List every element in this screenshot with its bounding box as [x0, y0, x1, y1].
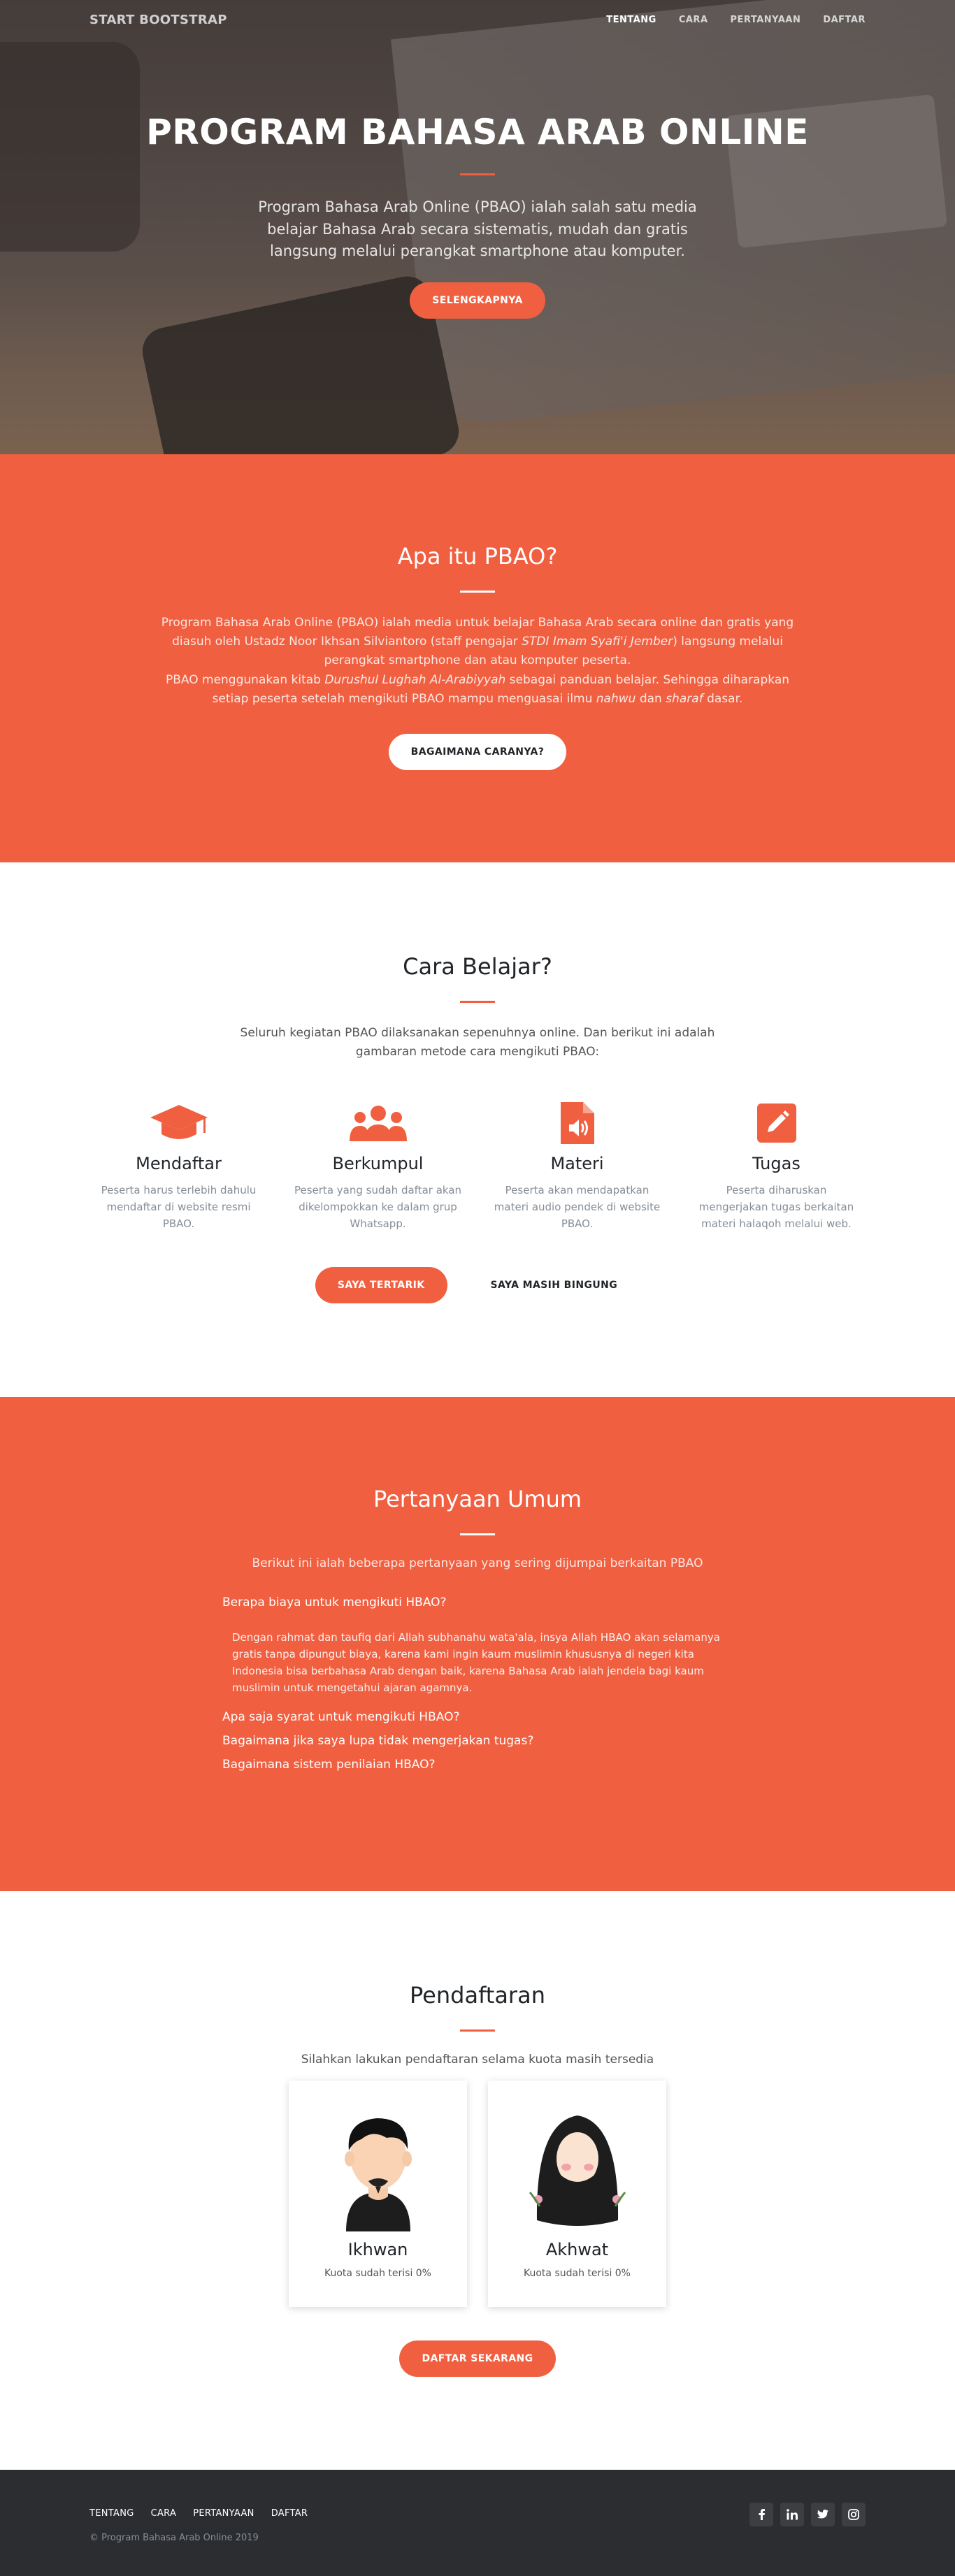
- cara-divider: [460, 1001, 495, 1003]
- saya-tertarik-button[interactable]: SAYA TERTARIK: [315, 1267, 447, 1304]
- saya-masih-bingung-button[interactable]: SAYA MASIH BINGUNG: [468, 1267, 640, 1303]
- nav-link-cara[interactable]: CARA: [679, 15, 708, 25]
- faq-intro: Berikut ini ialah beberapa pertanyaan ya…: [252, 1556, 703, 1570]
- footer: TENTANG CARA PERTANYAAN DAFTAR © Program…: [0, 2470, 955, 2576]
- twitter-icon[interactable]: [811, 2503, 835, 2526]
- social-links: [749, 2503, 866, 2526]
- nav-link-tentang[interactable]: TENTANG: [606, 15, 656, 25]
- selengkapnya-button[interactable]: SELENGKAPNYA: [410, 282, 545, 319]
- quota-text: Kuota sudah terisi 0%: [524, 2268, 631, 2279]
- footer-link-daftar[interactable]: DAFTAR: [271, 2508, 308, 2519]
- graduation-cap-icon: [89, 1101, 268, 1145]
- facebook-icon[interactable]: [749, 2503, 773, 2526]
- daftar-sekarang-button[interactable]: DAFTAR SEKARANG: [399, 2340, 556, 2377]
- faq-answer: Dengan rahmat dan taufiq dari Allah subh…: [232, 1631, 720, 1694]
- linkedin-icon[interactable]: [780, 2503, 804, 2526]
- users-icon: [289, 1101, 467, 1145]
- hero-subtitle: Program Bahasa Arab Online (PBAO) ialah …: [258, 198, 697, 259]
- hero-divider: [460, 173, 495, 175]
- nav-links: TENTANG CARA PERTANYAAN DAFTAR: [606, 15, 866, 25]
- cara-section: Cara Belajar? Seluruh kegiatan PBAO dila…: [0, 862, 955, 1397]
- faq-divider: [460, 1533, 495, 1535]
- hero-title: PROGRAM BAHASA ARAB ONLINE: [146, 112, 809, 152]
- faq-question[interactable]: Bagaimana sistem penilaian HBAO?: [222, 1758, 733, 1772]
- quota-text: Kuota sudah terisi 0%: [324, 2268, 431, 2279]
- daftar-title: Pendaftaran: [410, 1982, 545, 2009]
- hero-section: PROGRAM BAHASA ARAB ONLINE Program Bahas…: [0, 0, 955, 454]
- about-section: Apa itu PBAO? Program Bahasa Arab Online…: [0, 454, 955, 862]
- about-title: Apa itu PBAO?: [397, 543, 558, 570]
- footer-link-tentang[interactable]: TENTANG: [89, 2508, 134, 2519]
- faq-question[interactable]: Bagaimana jika saya lupa tidak mengerjak…: [222, 1734, 733, 1748]
- cara-title: Cara Belajar?: [403, 953, 552, 980]
- registration-cards: Ikhwan Kuota sudah terisi 0% Akhwat Kuot…: [0, 2081, 955, 2307]
- faq-question[interactable]: Berapa biaya untuk mengikuti HBAO?: [222, 1595, 733, 1609]
- faq-section: Pertanyaan Umum Berikut ini ialah bebera…: [0, 1397, 955, 1891]
- daftar-intro: Silahkan lakukan pendaftaran selama kuot…: [301, 2053, 654, 2067]
- feature-materi: Materi Peserta akan mendapatkan materi a…: [488, 1101, 666, 1232]
- brand-link[interactable]: START BOOTSTRAP: [89, 13, 227, 27]
- audio-file-icon: [488, 1101, 666, 1145]
- cara-actions: SAYA TERTARIK SAYA MASIH BINGUNG: [0, 1267, 955, 1304]
- cara-intro: Seluruh kegiatan PBAO dilaksanakan sepen…: [240, 1026, 715, 1059]
- about-divider: [460, 591, 495, 593]
- nav-link-pertanyaan[interactable]: PERTANYAAN: [731, 15, 801, 25]
- copyright: © Program Bahasa Arab Online 2019: [89, 2533, 259, 2543]
- about-text: Program Bahasa Arab Online (PBAO) ialah …: [161, 616, 794, 706]
- feature-tugas: Tugas Peserta diharuskan mengerjakan tug…: [687, 1101, 866, 1232]
- footer-link-cara[interactable]: CARA: [151, 2508, 177, 2519]
- main-nav: START BOOTSTRAP TENTANG CARA PERTANYAAN …: [0, 0, 955, 39]
- daftar-divider: [460, 2029, 495, 2032]
- feature-list: Mendaftar Peserta harus terlebih dahulu …: [89, 1101, 866, 1232]
- feature-berkumpul: Berkumpul Peserta yang sudah daftar akan…: [289, 1101, 467, 1232]
- faq-list: Berapa biaya untuk mengikuti HBAO? Denga…: [222, 1595, 733, 1772]
- daftar-section: Pendaftaran Silahkan lakukan pendaftaran…: [0, 1891, 955, 2470]
- footer-links: TENTANG CARA PERTANYAAN DAFTAR: [89, 2508, 308, 2519]
- faq-title: Pertanyaan Umum: [373, 1486, 582, 1512]
- pencil-square-icon: [687, 1101, 866, 1145]
- instagram-icon[interactable]: [842, 2503, 866, 2526]
- nav-link-daftar[interactable]: DAFTAR: [823, 15, 866, 25]
- footer-link-pertanyaan[interactable]: PERTANYAAN: [193, 2508, 254, 2519]
- feature-mendaftar: Mendaftar Peserta harus terlebih dahulu …: [89, 1101, 268, 1232]
- akhwat-avatar: [509, 2094, 646, 2231]
- ikhwan-avatar: [310, 2094, 447, 2231]
- faq-question[interactable]: Apa saja syarat untuk mengikuti HBAO?: [222, 1710, 733, 1724]
- card-akhwat[interactable]: Akhwat Kuota sudah terisi 0%: [488, 2081, 666, 2307]
- card-ikhwan[interactable]: Ikhwan Kuota sudah terisi 0%: [289, 2081, 467, 2307]
- bagaimana-caranya-button[interactable]: BAGAIMANA CARANYA?: [388, 733, 567, 770]
